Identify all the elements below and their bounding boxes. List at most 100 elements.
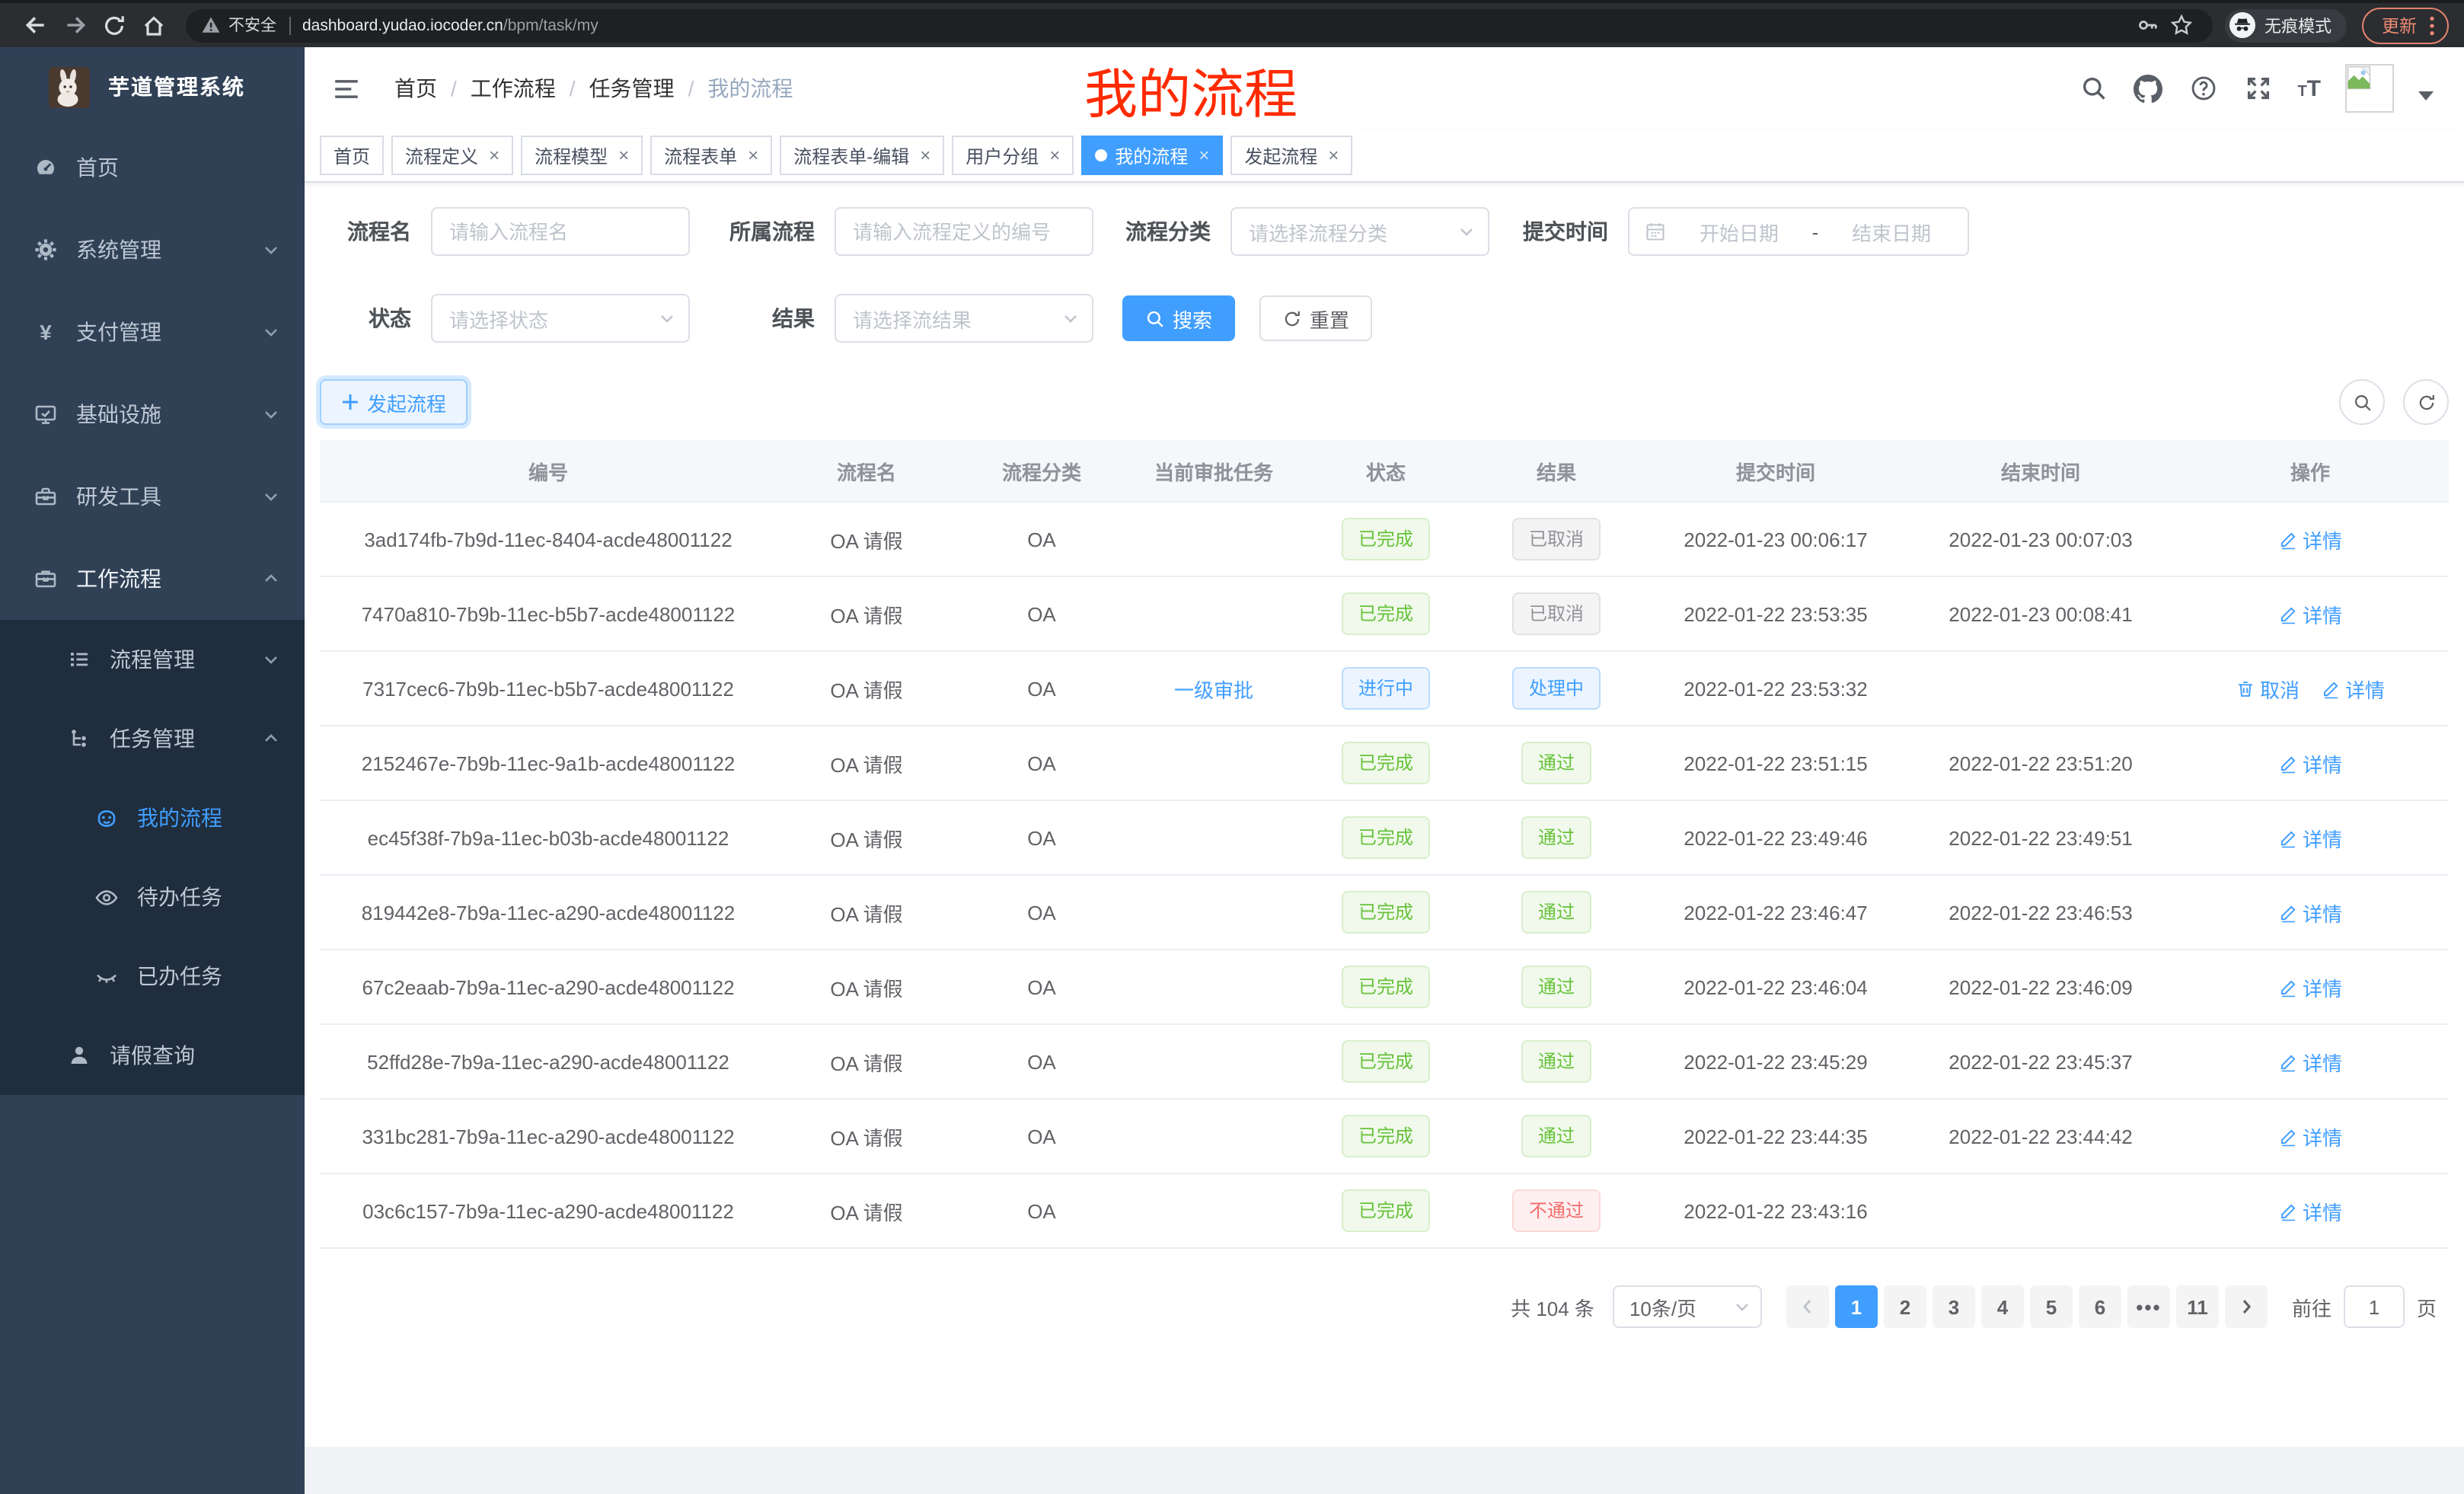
status-badge: 已完成 <box>1342 1115 1430 1157</box>
sidebar-item-workflow[interactable]: 工作流程 <box>0 538 305 620</box>
detail-action[interactable]: 详情 <box>2278 599 2342 628</box>
tab-home[interactable]: 首页 <box>320 136 384 175</box>
create-process-button[interactable]: 发起流程 <box>320 379 468 425</box>
cell-actions: 详情 <box>2172 525 2449 554</box>
help-icon[interactable] <box>2188 73 2218 104</box>
page-button-11[interactable]: 11 <box>2176 1285 2219 1328</box>
sidebar-item-home[interactable]: 首页 <box>0 126 305 209</box>
toggle-search-button[interactable] <box>2339 379 2385 425</box>
tab-my-process[interactable]: 我的流程 × <box>1081 136 1223 175</box>
detail-action[interactable]: 详情 <box>2321 674 2385 703</box>
breadcrumb-item[interactable]: 工作流程 <box>471 73 556 104</box>
page-size-select[interactable]: 10条/页 <box>1613 1285 1762 1328</box>
cell-status: 已完成 <box>1301 518 1471 560</box>
refresh-table-button[interactable] <box>2403 379 2449 425</box>
status-select[interactable]: 请选择状态 <box>431 294 690 343</box>
column-header-name: 流程名 <box>777 456 956 485</box>
close-icon[interactable]: × <box>920 146 930 164</box>
fullscreen-icon[interactable] <box>2242 73 2273 104</box>
submit-time-range-picker[interactable]: 开始日期 - 结束日期 <box>1628 207 1969 256</box>
back-icon[interactable] <box>15 5 55 45</box>
close-icon[interactable]: × <box>1328 146 1339 164</box>
chevron-up-icon <box>262 729 280 748</box>
cell-id: 52ffd28e-7b9a-11ec-a290-acde48001122 <box>320 1050 777 1073</box>
tab-start-process[interactable]: 发起流程× <box>1230 136 1352 175</box>
detail-action[interactable]: 详情 <box>2278 898 2342 927</box>
page-button-5[interactable]: 5 <box>2030 1285 2073 1328</box>
bookmark-star-icon[interactable] <box>2164 5 2197 45</box>
table-row: 7470a810-7b9b-11ec-b5b7-acde48001122OA 请… <box>320 577 2449 652</box>
breadcrumb-item[interactable]: 首页 <box>394 73 437 104</box>
hamburger-icon[interactable] <box>326 69 367 107</box>
security-warning-icon <box>201 15 221 35</box>
detail-action[interactable]: 详情 <box>2278 972 2342 1001</box>
tab-label: 我的流程 <box>1115 142 1188 168</box>
app-logo-row[interactable]: 芋道管理系统 <box>0 47 305 126</box>
reset-button[interactable]: 重置 <box>1259 295 1372 341</box>
sidebar-item-done-task[interactable]: 已办任务 <box>0 937 305 1016</box>
cell-id: ec45f38f-7b9a-11ec-b03b-acde48001122 <box>320 826 777 849</box>
next-page-button[interactable] <box>2225 1285 2268 1328</box>
sidebar-item-task-mgmt[interactable]: 任务管理 <box>0 699 305 778</box>
search-icon[interactable] <box>2078 73 2108 104</box>
detail-action[interactable]: 详情 <box>2278 823 2342 852</box>
page-button-4[interactable]: 4 <box>1981 1285 2024 1328</box>
cell-task-link[interactable]: 一级审批 <box>1127 674 1301 703</box>
github-icon[interactable] <box>2133 73 2163 104</box>
forward-icon[interactable] <box>55 5 94 45</box>
password-key-icon[interactable] <box>2130 5 2164 45</box>
tab-user-group[interactable]: 用户分组× <box>952 136 1074 175</box>
tab-process-model[interactable]: 流程模型× <box>521 136 643 175</box>
close-icon[interactable]: × <box>1198 146 1209 164</box>
category-select[interactable]: 请选择流程分类 <box>1230 207 1489 256</box>
close-icon[interactable]: × <box>618 146 629 164</box>
detail-action[interactable]: 详情 <box>2278 1196 2342 1225</box>
detail-action[interactable]: 详情 <box>2278 1047 2342 1076</box>
font-size-icon[interactable]: TT <box>2297 75 2321 101</box>
close-icon[interactable]: × <box>748 146 758 164</box>
tab-process-form[interactable]: 流程表单× <box>650 136 772 175</box>
cell-submit-time: 2022-01-22 23:49:46 <box>1642 826 1910 849</box>
tab-process-form-edit[interactable]: 流程表单-编辑× <box>780 136 944 175</box>
detail-action[interactable]: 详情 <box>2278 749 2342 777</box>
process-def-input[interactable] <box>835 207 1093 256</box>
sidebar-item-system[interactable]: 系统管理 <box>0 209 305 291</box>
home-icon[interactable] <box>134 5 174 45</box>
url-bar[interactable]: 不安全 dashboard.yudao.iocoder.cn/bpm/task/… <box>186 8 2213 42</box>
tab-process-definition[interactable]: 流程定义× <box>391 136 513 175</box>
breadcrumb-item[interactable]: 任务管理 <box>589 73 675 104</box>
close-icon[interactable]: × <box>489 146 500 164</box>
sidebar-item-payment[interactable]: ¥支付管理 <box>0 291 305 373</box>
update-button[interactable]: 更新 <box>2362 7 2449 43</box>
sidebar-item-infra[interactable]: 基础设施 <box>0 373 305 455</box>
page-button-6[interactable]: 6 <box>2079 1285 2121 1328</box>
cell-id: 3ad174fb-7b9d-11ec-8404-acde48001122 <box>320 528 777 551</box>
sidebar-item-todo-task[interactable]: 待办任务 <box>0 857 305 937</box>
sidebar-item-leave-query[interactable]: 请假查询 <box>0 1016 305 1095</box>
reload-icon[interactable] <box>94 5 134 45</box>
more-pages-button[interactable]: ••• <box>2127 1285 2170 1328</box>
chevron-down-icon <box>262 323 280 341</box>
cell-name: OA 请假 <box>777 1196 956 1225</box>
sidebar-item-process-mgmt[interactable]: 流程管理 <box>0 620 305 699</box>
prev-page-button[interactable] <box>1786 1285 1829 1328</box>
avatar[interactable] <box>2345 64 2394 113</box>
process-name-input[interactable] <box>431 207 690 256</box>
detail-action[interactable]: 详情 <box>2278 1122 2342 1151</box>
sidebar-item-devtools[interactable]: 研发工具 <box>0 455 305 538</box>
goto-page-input[interactable] <box>2344 1285 2405 1328</box>
page-button-1[interactable]: 1 <box>1835 1285 1878 1328</box>
detail-action[interactable]: 详情 <box>2278 525 2342 554</box>
svg-text:¥: ¥ <box>40 321 52 344</box>
chevron-down-icon <box>262 405 280 423</box>
caret-down-icon[interactable] <box>2418 91 2434 101</box>
close-icon[interactable]: × <box>1049 146 1060 164</box>
menu-dots-icon[interactable] <box>2429 14 2435 36</box>
sidebar-item-my-process[interactable]: 我的流程 <box>0 778 305 857</box>
result-select[interactable]: 请选择流结果 <box>835 294 1093 343</box>
cancel-action[interactable]: 取消 <box>2236 674 2300 703</box>
filter-label-submit-time: 提交时间 <box>1523 216 1608 247</box>
search-button[interactable]: 搜索 <box>1122 295 1235 341</box>
page-button-2[interactable]: 2 <box>1884 1285 1926 1328</box>
page-button-3[interactable]: 3 <box>1933 1285 1975 1328</box>
